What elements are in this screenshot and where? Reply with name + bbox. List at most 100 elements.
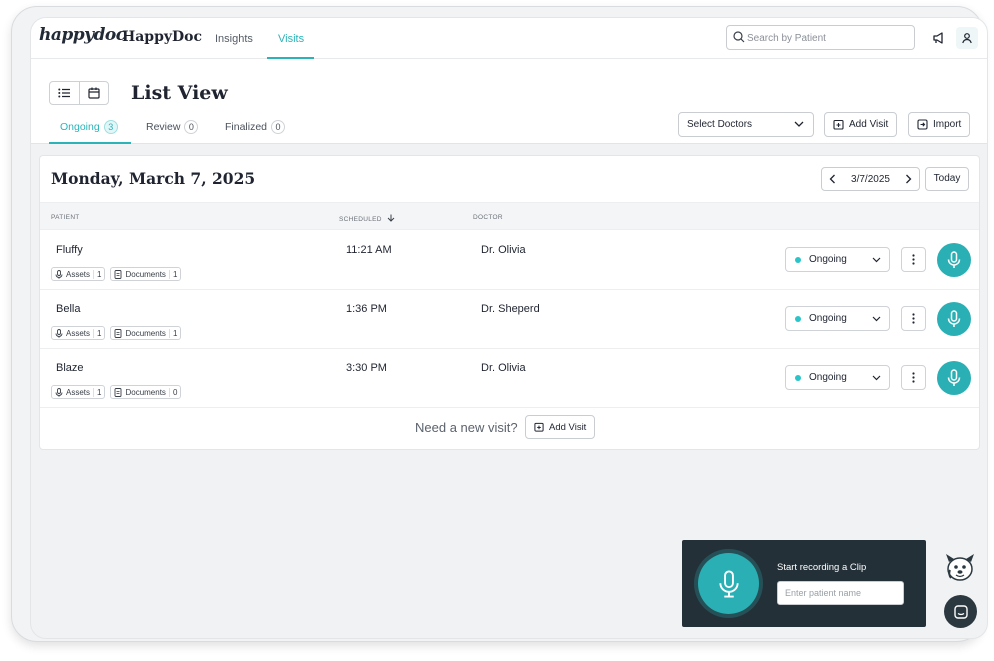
assets-count: 1	[93, 269, 101, 279]
nav-tab-visits[interactable]: Visits	[278, 33, 304, 45]
kebab-icon	[912, 372, 915, 383]
search-input[interactable]	[747, 29, 907, 47]
documents-count: 1	[168, 328, 177, 338]
tab-review[interactable]: Review 0	[146, 120, 199, 134]
announcements-button[interactable]	[928, 27, 950, 49]
current-date[interactable]: 3/7/2025	[851, 174, 890, 185]
assets-count: 1	[93, 387, 101, 397]
device-frame: happydoc HappyDoc Insights Visits List V…	[11, 6, 988, 642]
tab-finalized[interactable]: Finalized 0	[225, 120, 286, 134]
assets-chip[interactable]: Assets 1	[51, 326, 106, 340]
start-recording-button[interactable]	[698, 553, 759, 614]
add-visit-button[interactable]: Add Visit	[824, 112, 898, 137]
status-dropdown[interactable]: Ongoing	[785, 247, 890, 272]
attachment-chips: Assets 1 Documents 1	[51, 267, 182, 281]
documents-label: Documents	[125, 328, 166, 338]
patient-name[interactable]: Blaze	[56, 362, 84, 374]
recording-panel: Start recording a Clip	[682, 540, 926, 627]
column-header-scheduled[interactable]: SCHEDULED	[339, 214, 395, 223]
record-button[interactable]	[937, 243, 971, 277]
microphone-icon	[947, 310, 961, 327]
more-options-button[interactable]	[901, 365, 926, 390]
search-box[interactable]	[726, 25, 915, 50]
scheduled-time: 11:21 AM	[346, 244, 392, 256]
chevron-down-icon	[872, 375, 881, 381]
footer-add-visit-button[interactable]: Add Visit	[525, 415, 596, 439]
profile-button[interactable]	[956, 27, 978, 49]
record-button[interactable]	[937, 302, 971, 336]
table-row[interactable]: Blaze Assets 1 Documents 0 3:30 PM Dr. O…	[40, 349, 979, 408]
microphone-icon	[718, 569, 739, 598]
app-screen: happydoc HappyDoc Insights Visits List V…	[30, 17, 988, 639]
chevron-down-icon	[872, 257, 881, 263]
documents-label: Documents	[125, 269, 166, 279]
chat-launcher-button[interactable]	[944, 595, 977, 628]
microphone-icon	[947, 369, 961, 386]
mascot-avatar[interactable]	[943, 550, 977, 584]
new-visit-prompt: Need a new visit?	[415, 420, 518, 435]
documents-chip[interactable]: Documents 1	[110, 267, 182, 281]
list-icon	[58, 88, 71, 98]
record-button[interactable]	[937, 361, 971, 395]
footer-add-visit-label: Add Visit	[549, 421, 587, 433]
today-button[interactable]: Today	[925, 167, 969, 191]
attachment-chips: Assets 1 Documents 0	[51, 385, 182, 399]
tab-label: Ongoing	[60, 121, 100, 133]
logo[interactable]: happydoc	[39, 25, 126, 45]
visits-card: Monday, March 7, 2025 3/7/2025 Today PAT…	[39, 155, 980, 450]
mic-icon	[55, 269, 63, 279]
page-title: List View	[131, 82, 228, 104]
column-header-patient[interactable]: PATIENT	[51, 214, 80, 221]
recording-title: Start recording a Clip	[777, 562, 867, 573]
date-heading: Monday, March 7, 2025	[51, 169, 256, 188]
import-label: Import	[933, 119, 962, 130]
tab-count-badge: 0	[184, 120, 199, 134]
select-doctors-dropdown[interactable]: Select Doctors	[678, 112, 814, 137]
document-icon	[115, 387, 122, 397]
documents-count: 1	[168, 269, 177, 279]
kebab-icon	[912, 254, 915, 265]
calendar-view-button[interactable]	[78, 82, 108, 104]
import-button[interactable]: Import	[908, 112, 971, 137]
assets-chip[interactable]: Assets 1	[51, 385, 106, 399]
chat-icon	[953, 604, 968, 619]
mic-icon	[55, 387, 63, 397]
user-icon	[962, 33, 972, 44]
assets-label: Assets	[66, 269, 91, 279]
patient-name[interactable]: Fluffy	[56, 244, 83, 256]
patient-name[interactable]: Bella	[56, 303, 80, 315]
documents-chip[interactable]: Documents 1	[110, 326, 182, 340]
search-icon	[733, 31, 745, 43]
documents-chip[interactable]: Documents 0	[110, 385, 182, 399]
status-label: Ongoing	[809, 254, 847, 265]
table-row[interactable]: Bella Assets 1 Documents 1 1:36 PM Dr. S…	[40, 290, 979, 349]
status-dropdown[interactable]: Ongoing	[785, 306, 890, 331]
table-header: PATIENT SCHEDULED DOCTOR	[40, 202, 979, 230]
chevron-down-icon	[794, 121, 804, 127]
select-doctors-label: Select Doctors	[687, 119, 753, 130]
calendar-icon	[88, 87, 100, 99]
document-icon	[115, 328, 122, 338]
chevron-right-icon[interactable]	[905, 174, 912, 184]
more-options-button[interactable]	[901, 306, 926, 331]
status-dot	[795, 374, 801, 381]
tab-ongoing[interactable]: Ongoing 3	[60, 120, 118, 134]
chevron-left-icon[interactable]	[829, 174, 836, 184]
mic-icon	[55, 328, 63, 338]
nav-tab-insights[interactable]: Insights	[215, 33, 253, 45]
status-dropdown[interactable]: Ongoing	[785, 365, 890, 390]
column-header-doctor[interactable]: DOCTOR	[473, 214, 503, 221]
tab-count-badge: 0	[271, 120, 286, 134]
brand-name: HappyDoc	[122, 29, 203, 45]
patient-name-input[interactable]	[777, 581, 904, 605]
more-options-button[interactable]	[901, 247, 926, 272]
assets-chip[interactable]: Assets 1	[51, 267, 106, 281]
add-visit-label: Add Visit	[849, 119, 889, 130]
list-view-button[interactable]	[50, 82, 79, 104]
scheduled-time: 1:36 PM	[346, 303, 387, 315]
table-row[interactable]: Fluffy Assets 1 Documents 1 11:21 AM Dr.…	[40, 231, 979, 290]
status-label: Ongoing	[809, 372, 847, 383]
status-label: Ongoing	[809, 313, 847, 324]
status-dot	[795, 256, 801, 263]
assets-label: Assets	[66, 328, 91, 338]
